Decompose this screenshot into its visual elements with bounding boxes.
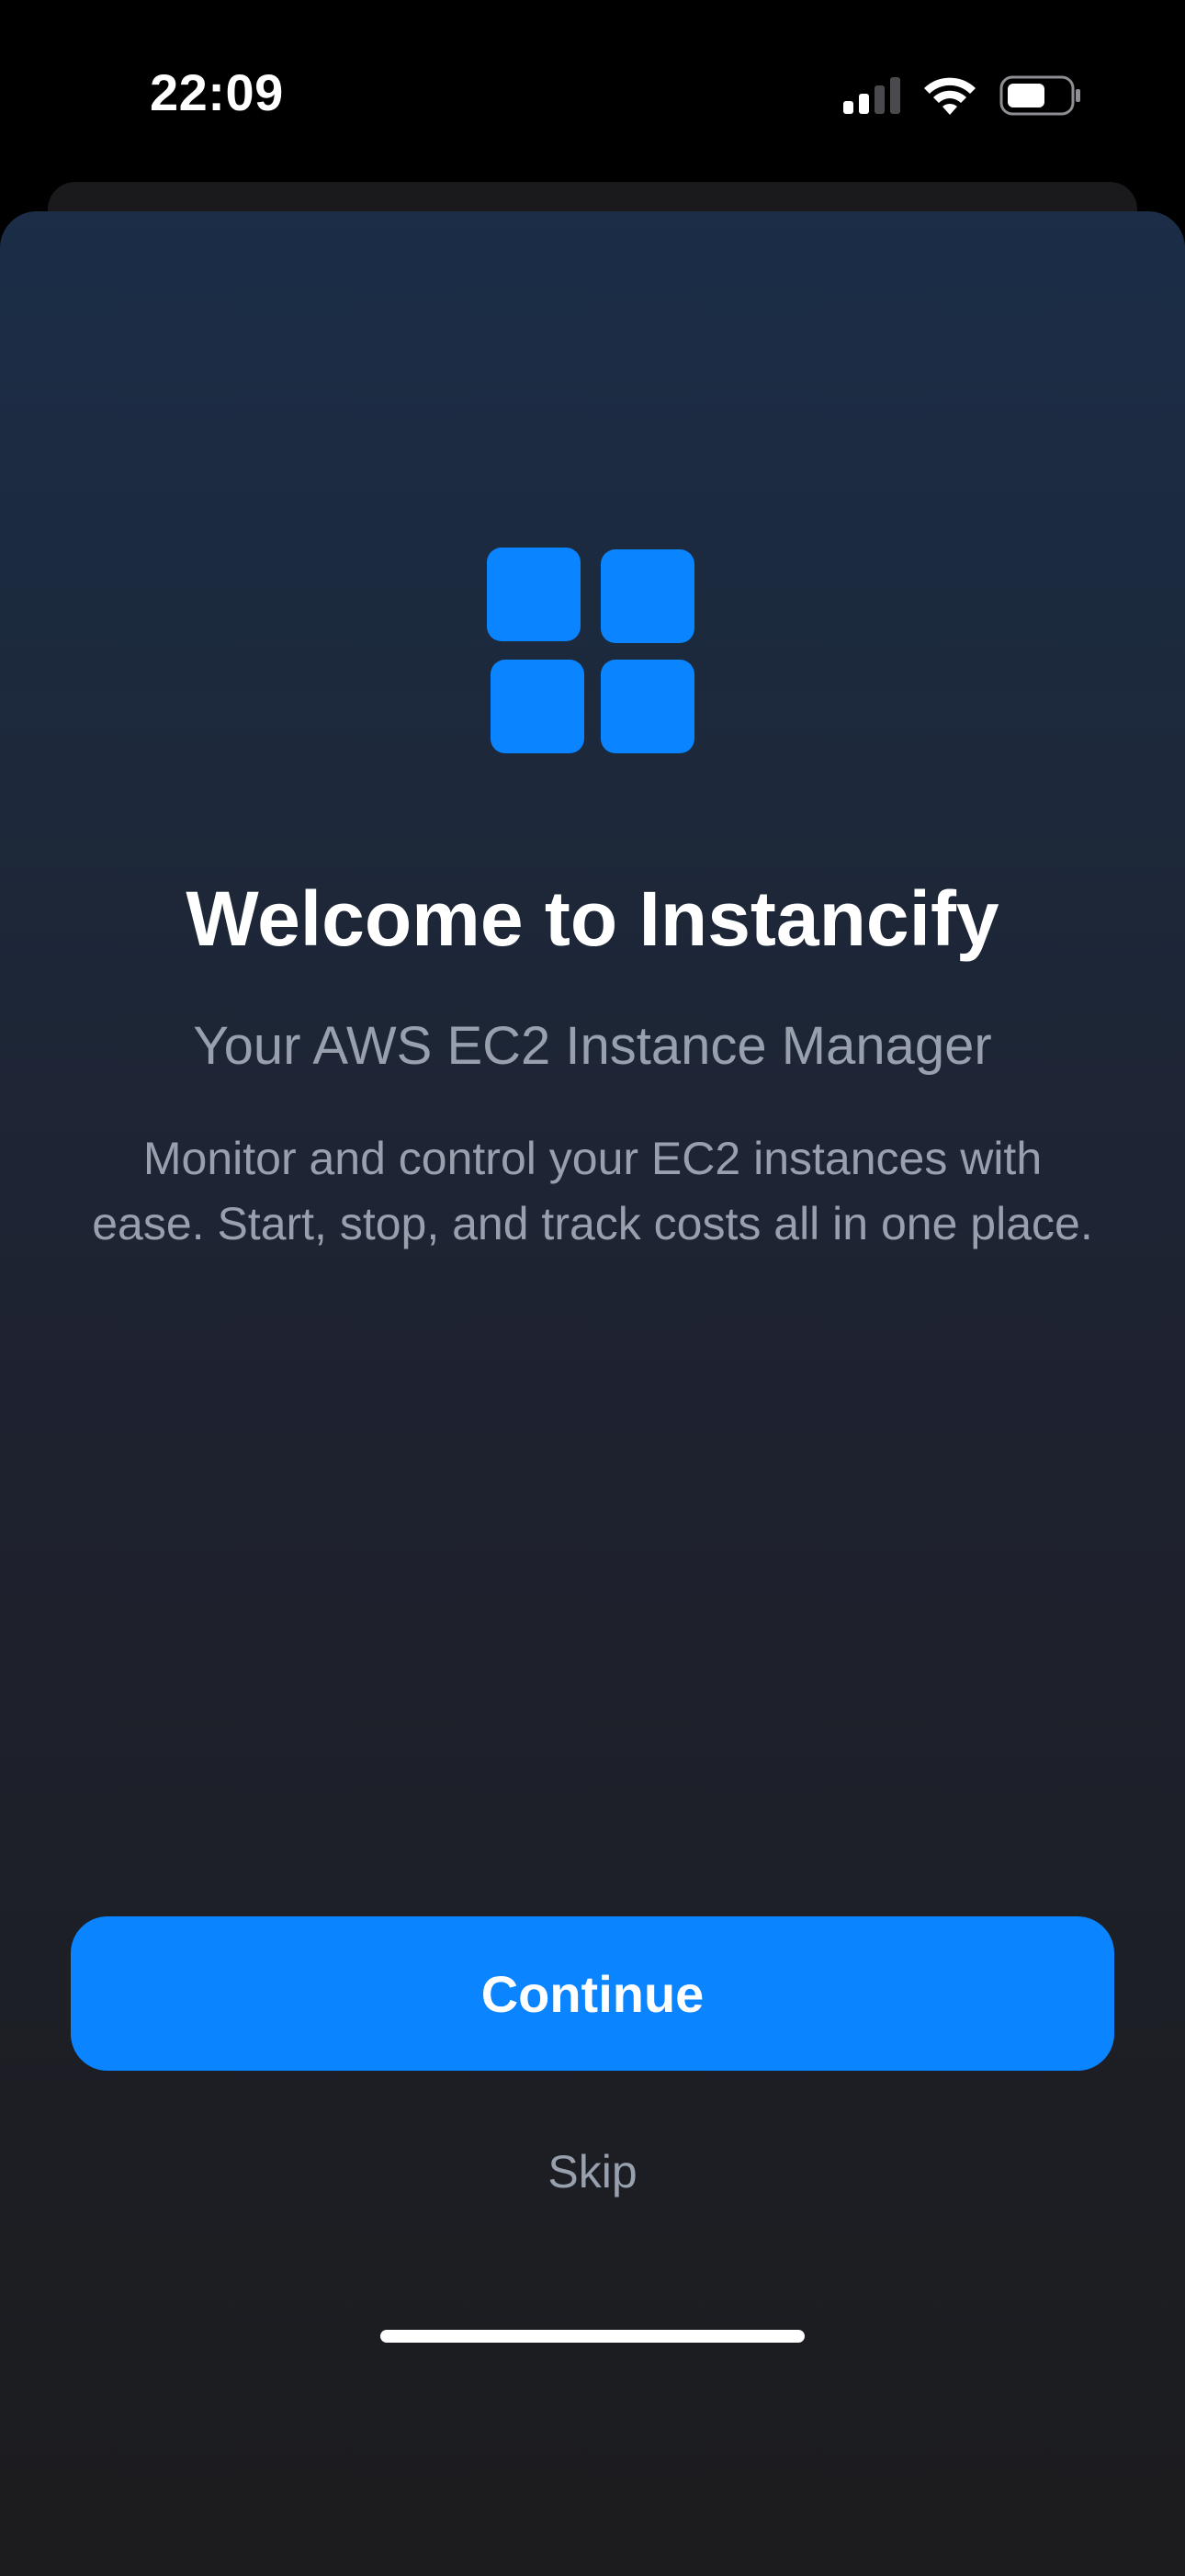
continue-button[interactable]: Continue: [71, 1916, 1114, 2071]
home-indicator[interactable]: [380, 2330, 805, 2343]
status-bar: 22:09: [0, 0, 1185, 184]
logo-tile: [491, 660, 584, 753]
logo-tile: [601, 549, 694, 643]
battery-icon: [999, 75, 1080, 116]
skip-button[interactable]: Skip: [0, 2144, 1185, 2199]
wifi-icon: [924, 77, 976, 115]
logo-tile: [487, 548, 581, 641]
grid-logo-icon: [487, 548, 694, 755]
cellular-signal-icon: [843, 77, 900, 114]
onboarding-sheet: Welcome to Instancify Your AWS EC2 Insta…: [0, 211, 1185, 2576]
screen: 22:09 Welcome to Instancify Your AWS EC2…: [0, 0, 1185, 2576]
status-time: 22:09: [150, 63, 284, 121]
logo-tile: [601, 660, 694, 753]
description: Monitor and control your EC2 instances w…: [92, 1133, 1093, 1249]
status-icons: [843, 73, 1082, 118]
welcome-title: Welcome to Instancify: [186, 876, 999, 962]
subtitle: Your AWS EC2 Instance Manager: [193, 1016, 992, 1076]
